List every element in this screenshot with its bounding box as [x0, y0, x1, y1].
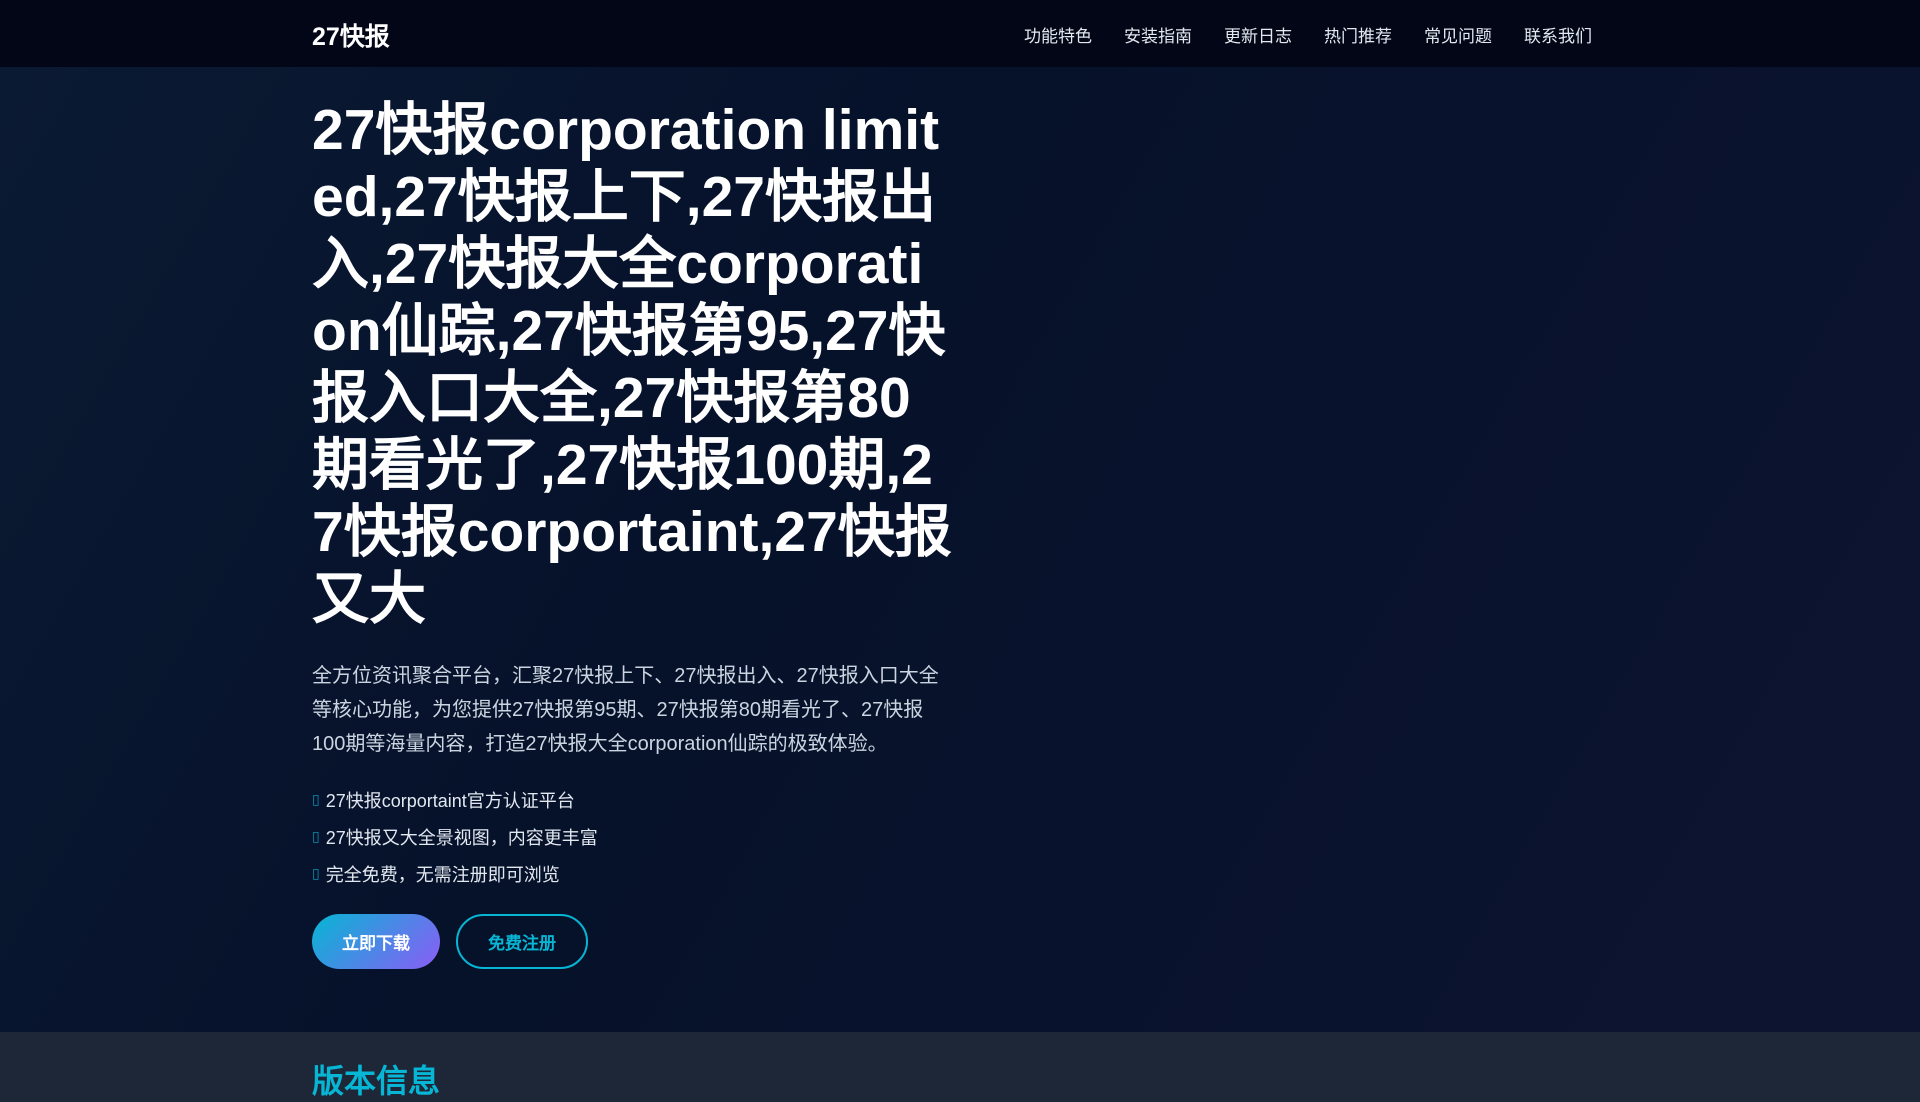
site-logo[interactable]: 27快报: [312, 17, 390, 53]
hero-title: 27快报corporation limited,27快报上下,27快报出入,27…: [312, 98, 952, 631]
feature-text: 27快报corportaint官方认证平台: [325, 790, 575, 811]
version-info-heading: 版本信息: [312, 1063, 441, 1099]
check-icon: ▯: [312, 865, 320, 881]
nav-faq[interactable]: 常见问题: [1424, 22, 1492, 47]
list-item: ▯ 完全免费，无需注册即可浏览: [312, 855, 952, 892]
feature-text: 完全免费，无需注册即可浏览: [325, 864, 560, 885]
check-icon: ▯: [312, 791, 320, 807]
main-nav: 功能特色 安装指南 更新日志 热门推荐 常见问题 联系我们: [1024, 22, 1592, 47]
download-button[interactable]: 立即下载: [312, 914, 440, 969]
nav-features[interactable]: 功能特色: [1024, 22, 1092, 47]
register-button[interactable]: 免费注册: [456, 914, 588, 969]
feature-list: ▯ 27快报corportaint官方认证平台 ▯ 27快报又大全景视图，内容更丰富…: [312, 781, 952, 892]
nav-popular[interactable]: 热门推荐: [1324, 22, 1392, 47]
list-item: ▯ 27快报corportaint官方认证平台: [312, 781, 952, 818]
check-icon: ▯: [312, 828, 320, 844]
feature-text: 27快报又大全景视图，内容更丰富: [325, 827, 598, 848]
nav-contact[interactable]: 联系我们: [1524, 22, 1592, 47]
site-header: 27快报 功能特色 安装指南 更新日志 热门推荐 常见问题 联系我们: [0, 0, 1920, 67]
hero-description: 全方位资讯聚合平台，汇聚27快报上下、27快报出入、27快报入口大全等核心功能，…: [312, 665, 939, 755]
nav-install-guide[interactable]: 安装指南: [1124, 22, 1192, 47]
list-item: ▯ 27快报又大全景视图，内容更丰富: [312, 818, 952, 855]
nav-changelog[interactable]: 更新日志: [1224, 22, 1292, 47]
hero-section: 27快报corporation limited,27快报上下,27快报出入,27…: [0, 67, 1920, 1032]
